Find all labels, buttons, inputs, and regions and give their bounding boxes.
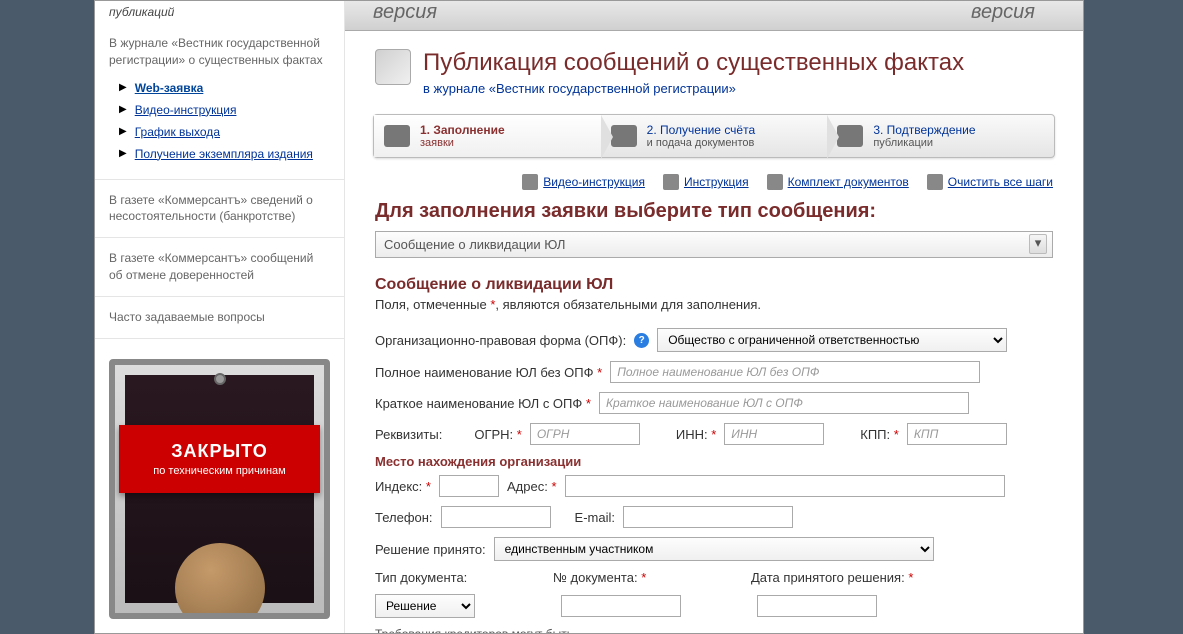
address-label: Адрес: *	[507, 479, 557, 494]
sidebar-link-faq[interactable]: Часто задаваемые вопросы	[95, 297, 344, 339]
doctype-select[interactable]: Решение	[375, 594, 475, 618]
calculator-icon	[611, 125, 637, 147]
arrow-icon: ▶	[119, 104, 127, 115]
page-subtitle: в журнале «Вестник государственной регис…	[423, 81, 964, 96]
location-header: Место нахождения организации	[375, 454, 1053, 469]
main-content: версия версия Публикация сообщений о сущ…	[345, 1, 1083, 633]
docnum-label: № документа: *	[553, 570, 743, 585]
toolbar: Видео-инструкция Инструкция Комплект док…	[345, 164, 1083, 200]
form: Для заполнения заявки выберите тип сообщ…	[345, 200, 1083, 633]
inn-input[interactable]	[724, 423, 824, 445]
rek-label: Реквизиты:	[375, 427, 442, 442]
arrow-icon: ▶	[119, 126, 127, 137]
fullname-input[interactable]	[610, 361, 980, 383]
film-icon	[522, 174, 538, 190]
step-title: 2. Получение счёта	[647, 123, 755, 137]
decision-select[interactable]: единственным участником	[494, 537, 934, 561]
sidebar: публикаций В журнале «Вестник государств…	[95, 1, 345, 633]
decision-label: Решение принято:	[375, 542, 486, 557]
phone-label: Телефон:	[375, 510, 433, 525]
page-title: Публикация сообщений о существенных факт…	[423, 49, 964, 77]
top-banner: версия версия	[345, 1, 1083, 31]
document-icon	[837, 125, 863, 147]
docnum-input[interactable]	[561, 595, 681, 617]
closed-title: ЗАКРЫТО	[127, 441, 312, 462]
sidebar-item-copy[interactable]: ▶ Получение экземпляра издания	[109, 143, 330, 165]
page-header: Публикация сообщений о существенных факт…	[345, 31, 1083, 108]
index-input[interactable]	[439, 475, 499, 497]
tool-instruction[interactable]: Инструкция	[663, 174, 749, 190]
kpp-label: КПП: *	[860, 427, 899, 442]
inn-label: ИНН: *	[676, 427, 716, 442]
steps-wizard: 1. Заполнение заявки 2. Получение счёта …	[373, 114, 1055, 158]
sidebar-heading: публикаций	[95, 1, 344, 25]
sidebar-item-web[interactable]: ▶ Web-заявка	[109, 77, 330, 99]
banner-left: версия	[373, 1, 437, 24]
info-icon	[663, 174, 679, 190]
sidebar-item-schedule[interactable]: ▶ График выхода	[109, 121, 330, 143]
address-input[interactable]	[565, 475, 1005, 497]
ogrn-input[interactable]	[530, 423, 640, 445]
step-sub: публикации	[873, 137, 975, 149]
required-note: Поля, отмеченные *, являются обязательны…	[375, 297, 1053, 312]
kpp-input[interactable]	[907, 423, 1007, 445]
cutoff-text: Требования кредиторов могут быть...	[375, 627, 1053, 633]
tool-video[interactable]: Видео-инструкция	[522, 174, 645, 190]
sidebar-item-label: График выхода	[135, 125, 220, 139]
step-2[interactable]: 2. Получение счёта и подача документов	[601, 115, 828, 157]
sidebar-nav: ▶ Web-заявка ▶ Видео-инструкция ▶ График…	[109, 77, 330, 165]
select-heading: Для заполнения заявки выберите тип сообщ…	[375, 200, 1053, 223]
doctype-label: Тип документа:	[375, 570, 545, 585]
message-type-select[interactable]: Сообщение о ликвидации ЮЛ	[375, 231, 1053, 258]
step-3[interactable]: 3. Подтверждение публикации	[827, 115, 1054, 157]
docdate-label: Дата принятого решения: *	[751, 570, 913, 585]
tool-clear[interactable]: Очистить все шаги	[927, 174, 1053, 190]
step-sub: и подача документов	[647, 137, 755, 149]
docdate-input[interactable]	[757, 595, 877, 617]
step-1[interactable]: 1. Заполнение заявки	[374, 115, 601, 157]
laptop-icon	[384, 125, 410, 147]
shortname-input[interactable]	[599, 392, 969, 414]
sidebar-item-label: Получение экземпляра издания	[135, 147, 313, 161]
phone-input[interactable]	[441, 506, 551, 528]
fullname-label: Полное наименование ЮЛ без ОПФ *	[375, 365, 602, 380]
step-sub: заявки	[420, 137, 505, 149]
trash-icon	[927, 174, 943, 190]
hanger-icon	[214, 373, 226, 385]
sidebar-item-video[interactable]: ▶ Видео-инструкция	[109, 99, 330, 121]
step-title: 1. Заполнение	[420, 123, 505, 137]
closed-banner: ЗАКРЫТО по техническим причинам	[109, 359, 330, 619]
sidebar-intro: В журнале «Вестник государственной регис…	[109, 35, 330, 69]
closed-sub: по техническим причинам	[127, 465, 312, 477]
index-label: Индекс: *	[375, 479, 431, 494]
page-header-icon	[375, 49, 411, 85]
banner-right: версия	[971, 1, 1035, 24]
email-input[interactable]	[623, 506, 793, 528]
arrow-icon: ▶	[119, 148, 127, 159]
shortname-label: Краткое наименование ЮЛ с ОПФ *	[375, 396, 591, 411]
arrow-icon: ▶	[119, 82, 127, 93]
section-title: Сообщение о ликвидации ЮЛ	[375, 276, 1053, 294]
ogrn-label: ОГРН: *	[474, 427, 522, 442]
email-label: E-mail:	[575, 510, 615, 525]
step-title: 3. Подтверждение	[873, 123, 975, 137]
opf-label: Организационно-правовая форма (ОПФ):	[375, 333, 626, 348]
sidebar-link-poa[interactable]: В газете «Коммерсантъ» сообщений об отме…	[95, 238, 344, 297]
sidebar-item-label: Видео-инструкция	[135, 103, 237, 117]
sidebar-item-label: Web-заявка	[135, 81, 204, 95]
folder-icon	[767, 174, 783, 190]
opf-select[interactable]: Общество с ограниченной ответственностью	[657, 328, 1007, 352]
help-icon[interactable]: ?	[634, 333, 649, 348]
tool-docs[interactable]: Комплект документов	[767, 174, 909, 190]
sidebar-link-bankruptcy[interactable]: В газете «Коммерсантъ» сведений о несост…	[95, 180, 344, 239]
